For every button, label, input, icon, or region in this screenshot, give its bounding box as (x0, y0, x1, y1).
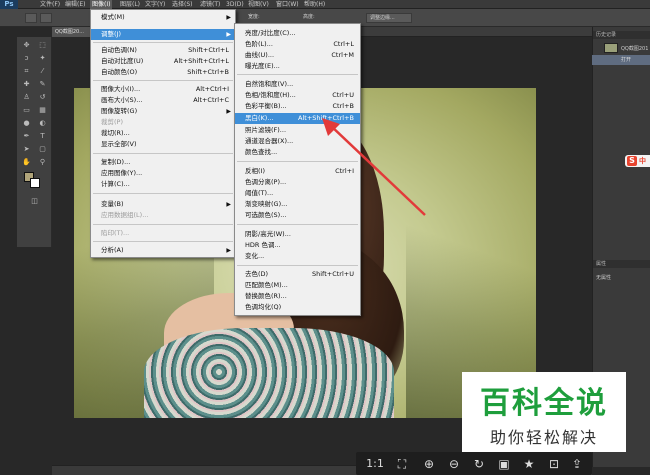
menu-bar: Ps 文件(F) 编辑(E) 图像(I) 图层(L) 文字(Y) 选择(S) 滤… (0, 0, 650, 9)
properties-content: 无属性 (596, 275, 612, 281)
hand-tool-icon[interactable]: ✋ (20, 158, 33, 167)
watermark-title: 百科全说 (480, 386, 608, 421)
history-snapshot-thumb[interactable] (604, 43, 618, 53)
menu-item-reveal-all[interactable]: 显示全部(V) (91, 139, 235, 150)
annotation-arrow (322, 118, 426, 216)
quickmask-icon[interactable]: ◫ (28, 197, 41, 206)
pen-tool-icon[interactable]: ✒ (20, 132, 33, 141)
submenu-variations[interactable]: 变化... (235, 251, 360, 262)
crop-tool-icon[interactable]: ⌗ (20, 67, 33, 76)
width-field-label: 宽度: (248, 14, 260, 20)
type-tool-icon[interactable]: T (36, 132, 49, 141)
share-icon[interactable]: ⇪ (569, 456, 585, 472)
healing-tool-icon[interactable]: ✚ (20, 80, 33, 89)
floral-dress (144, 328, 394, 418)
wand-tool-icon[interactable]: ✦ (36, 54, 49, 63)
menu-type[interactable]: 文字(Y) (145, 0, 165, 9)
menu-file[interactable]: 文件(F) (40, 0, 60, 9)
menu-select[interactable]: 选择(S) (172, 0, 193, 9)
menu-help[interactable]: 帮助(H) (304, 0, 325, 9)
height-field-label: 高度: (303, 14, 315, 20)
history-panel-title[interactable]: 历史记录 (593, 31, 650, 39)
actual-size-button[interactable]: 1:1 (364, 456, 386, 472)
submenu-equalize[interactable]: 色调均化(Q) (235, 302, 360, 313)
image-menu: 模式(M) ▶ 调整(J) ▶ 自动色调(N) Shift+Ctrl+L 自动对比度(… (90, 9, 236, 258)
menu-item-mode[interactable]: 模式(M) ▶ (91, 12, 235, 23)
properties-panel-title[interactable]: 属性 (593, 260, 650, 268)
menu-item-auto-contrast[interactable]: 自动对比度(U) Alt+Shift+Ctrl+L (91, 56, 235, 67)
background-color-swatch[interactable] (30, 178, 40, 188)
menu-layer[interactable]: 图层(L) (120, 0, 140, 9)
arrow-shaft (329, 124, 426, 216)
blur-tool-icon[interactable]: ● (20, 119, 33, 128)
watermark-subtitle: 助你轻松解决 (489, 428, 598, 447)
submenu-vibrance[interactable]: 自然饱和度(V)... (235, 79, 360, 90)
menu-item-image-size[interactable]: 图像大小(I)... Alt+Ctrl+I (91, 84, 235, 95)
watermark-logo: 百科全说 助你轻松解决 (462, 372, 626, 452)
gradient-tool-icon[interactable]: ▦ (36, 106, 49, 115)
history-brush-icon[interactable]: ↺ (36, 93, 49, 102)
sogou-lang-indicator: 中 (639, 157, 646, 165)
fit-screen-icon[interactable]: ⛶ (394, 456, 410, 472)
menu-3d[interactable]: 3D(D) (226, 0, 244, 9)
document-tab[interactable]: QQ截图20... (52, 27, 94, 37)
zoom-in-icon[interactable]: ⊕ (421, 456, 437, 472)
favorite-icon[interactable]: ★ (521, 456, 537, 472)
viewer-toolbar: 1:1 ⛶ ⊕ ⊖ ↻ ▣ ★ ⊡ ⇪ (356, 452, 592, 475)
rotate-icon[interactable]: ↻ (471, 456, 487, 472)
eraser-tool-icon[interactable]: ▭ (20, 106, 33, 115)
submenu-curves[interactable]: 曲线(U)... Ctrl+M (235, 50, 360, 61)
submenu-desaturate[interactable]: 去色(D) Shift+Ctrl+U (235, 269, 360, 280)
shape-tool-icon[interactable]: ▢ (36, 145, 49, 154)
history-snapshot-name[interactable]: QQ截图201 (621, 45, 648, 52)
zoom-tool-icon[interactable]: ⚲ (36, 158, 49, 167)
menu-item-rotate[interactable]: 图像旋转(G) ▶ (91, 106, 235, 117)
menu-item-auto-color[interactable]: 自动颜色(O) Shift+Ctrl+B (91, 67, 235, 78)
menu-view[interactable]: 视图(V) (248, 0, 269, 9)
menu-edit[interactable]: 编辑(E) (65, 0, 85, 9)
menu-filter[interactable]: 滤镜(T) (200, 0, 220, 9)
menu-item-trap: 陷印(T)... (101, 229, 130, 237)
save-icon[interactable]: ▣ (496, 456, 512, 472)
menu-item-trim[interactable]: 裁切(R)... (91, 128, 235, 139)
move-tool-icon[interactable]: ✥ (20, 41, 33, 50)
submenu-brightness-contrast[interactable]: 亮度/对比度(C)... (235, 28, 360, 39)
submenu-hue-saturation[interactable]: 色相/饱和度(H)... Ctrl+U (235, 90, 360, 101)
submenu-levels[interactable]: 色阶(L)... Ctrl+L (235, 39, 360, 50)
sogou-s-icon: S (627, 156, 637, 166)
tools-panel: ✥ ⬚ ↄ ✦ ⌗ ⁄ ✚ ✎ ♙ ↺ ▭ ▦ ● ◐ ✒ T ➤ ▢ ✋ ⚲ … (17, 37, 52, 247)
submenu-match-color[interactable]: 匹配颜色(M)... (235, 280, 360, 291)
menu-item-analysis[interactable]: 分析(A) ▶ (91, 245, 235, 256)
submenu-hdr-toning[interactable]: HDR 色调... (235, 240, 360, 251)
menu-item-variables[interactable]: 变量(B) ▶ (91, 199, 235, 210)
menu-image[interactable]: 图像(I) (90, 0, 113, 9)
history-open-label: 打开 (621, 57, 632, 63)
menu-item-apply-image[interactable]: 应用图像(Y)... (91, 168, 235, 179)
menu-item-calculations[interactable]: 计算(C)... (91, 179, 235, 190)
crop-icon[interactable]: ⊡ (546, 456, 562, 472)
menu-item-apply-data-set: 应用数据组(L)... (101, 211, 149, 219)
sogou-ime-widget[interactable]: S 中 (625, 155, 650, 167)
stamp-tool-icon[interactable]: ♙ (20, 93, 33, 102)
dodge-tool-icon[interactable]: ◐ (36, 119, 49, 128)
marquee-option-icon[interactable] (25, 13, 37, 23)
submenu-replace-color[interactable]: 替换颜色(R)... (235, 291, 360, 302)
marquee-tool-icon[interactable]: ⬚ (36, 41, 49, 50)
refine-edge-button[interactable]: 调整边缘... (366, 13, 412, 23)
menu-item-auto-tone[interactable]: 自动色调(N) Shift+Ctrl+L (91, 45, 235, 56)
menu-item-duplicate[interactable]: 复制(D)... (91, 157, 235, 168)
eyedropper-tool-icon[interactable]: ⁄ (36, 67, 49, 76)
menu-item-adjust[interactable]: 调整(J) ▶ (91, 29, 235, 40)
submenu-shadows-highlights[interactable]: 阴影/高光(W)... (235, 229, 360, 240)
menu-item-canvas-size[interactable]: 画布大小(S)... Alt+Ctrl+C (91, 95, 235, 106)
zoom-out-icon[interactable]: ⊖ (446, 456, 462, 472)
menu-window[interactable]: 窗口(W) (276, 0, 299, 9)
lasso-tool-icon[interactable]: ↄ (20, 54, 33, 63)
menu-item-crop: 裁剪(P) (101, 118, 123, 126)
path-select-icon[interactable]: ➤ (20, 145, 33, 154)
brush-tool-icon[interactable]: ✎ (36, 80, 49, 89)
add-selection-icon[interactable] (40, 13, 52, 23)
submenu-exposure[interactable]: 曝光度(E)... (235, 61, 360, 72)
photoshop-logo: Ps (0, 0, 18, 9)
